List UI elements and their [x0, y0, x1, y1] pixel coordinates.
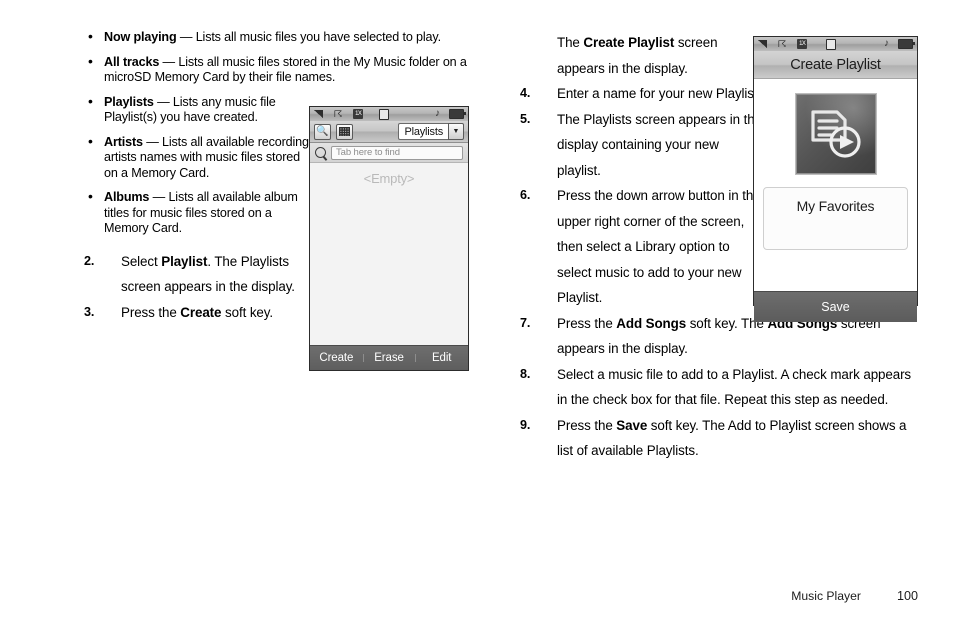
music-note-icon: ♪ [884, 38, 889, 49]
library-dropdown[interactable]: Playlists ▼ [398, 123, 464, 140]
soft-key-save[interactable]: Save [754, 291, 917, 322]
list-item: 5. The Playlists screen appears in the di… [520, 107, 762, 184]
empty-state-label: <Empty> [363, 171, 415, 186]
bullet-desc: Lists all music files you have selected … [195, 30, 441, 44]
step-number: 4. [520, 86, 531, 100]
status-bar: ☈ 1X ♪ [310, 107, 468, 121]
soft-key-edit[interactable]: Edit [415, 352, 468, 364]
step-number: 9. [520, 417, 531, 432]
footer-section: Music Player [791, 589, 861, 603]
search-input[interactable]: Tab here to find [331, 145, 463, 160]
onex-icon: 1X [797, 39, 808, 49]
step-number: 6. [520, 188, 531, 202]
playlist-play-icon [794, 93, 877, 175]
soft-key-erase[interactable]: Erase [362, 352, 416, 364]
playlist-name-input[interactable]: My Favorites [763, 187, 908, 250]
music-note-icon: ♪ [435, 108, 440, 119]
signal-icon [314, 110, 323, 118]
phone-screenshot-create-playlist: ☈ 1X ♪ Create Playlist My Favorites Save [753, 36, 918, 322]
step-text-pre: Press the down arrow button in the upper… [557, 188, 761, 305]
status-bar: ☈ 1X ♪ [754, 37, 917, 51]
bluetooth-off-icon: ☈ [777, 38, 787, 49]
message-icon [379, 108, 389, 120]
magnifier-icon [315, 147, 326, 158]
footer-page-number: 100 [896, 589, 918, 603]
list-item: The Create Playlist screen appears in th… [520, 30, 762, 81]
onex-icon: 1X [353, 109, 364, 119]
grid-icon[interactable] [336, 123, 353, 140]
library-toolbar: 🔍 Playlists ▼ [310, 121, 468, 143]
bullet-dash: — [153, 94, 173, 109]
step-text-pre: The [557, 35, 584, 50]
page-footer: Music Player 100 [791, 589, 918, 603]
search-row: Tab here to find [310, 143, 468, 163]
bluetooth-off-icon: ☈ [333, 108, 343, 119]
soft-key-bar: Create Erase Edit [310, 345, 468, 370]
step-text-pre: Press the [557, 417, 617, 433]
step-number: 7. [520, 315, 531, 330]
list-item: Albums — Lists all available album title… [84, 189, 309, 237]
list-item: Now playing — Lists all music files you … [84, 29, 472, 46]
battery-icon [898, 39, 915, 49]
list-item: 9. Press the Save soft key. The Add to Pl… [520, 413, 922, 464]
step-text-bold: Create [180, 304, 222, 320]
bullet-dash: — [142, 134, 162, 149]
library-dropdown-value: Playlists [398, 123, 448, 140]
bullet-term: Now playing [104, 30, 177, 44]
list-item: 6. Press the down arrow button in the upp… [520, 183, 762, 311]
list-item: 2. Select Playlist. The Playlists screen … [84, 249, 326, 300]
soft-key-create[interactable]: Create [310, 352, 363, 364]
signal-icon [758, 40, 767, 48]
step-text-post: soft key. [221, 304, 273, 320]
step-text-bold: Save [616, 417, 648, 433]
bullet-dash: — [149, 190, 169, 204]
chevron-down-icon[interactable]: ▼ [448, 123, 464, 140]
bullet-dash: — [159, 54, 179, 69]
step-text-pre: Select a music file to add to a Playlist… [557, 366, 912, 408]
bullet-term: Playlists [104, 94, 154, 109]
step-number: 8. [520, 366, 531, 381]
bullet-dash: — [176, 30, 196, 44]
step-number: 3. [84, 304, 95, 319]
list-item: Artists — Lists all available recording … [84, 134, 309, 182]
step-text-pre: The Playlists screen appears in the disp… [557, 111, 762, 178]
bullet-term: All tracks [104, 54, 160, 69]
playlist-name-value: My Favorites [796, 198, 875, 214]
create-playlist-body: My Favorites [754, 79, 917, 291]
step-text-bold: Create Playlist [583, 35, 675, 50]
step-text-bold: Add Songs [616, 315, 687, 331]
step-text-pre: Press the [121, 304, 181, 320]
step-text-pre: Enter a name for your new Playlist. [557, 86, 762, 101]
list-item: 3. Press the Create soft key. [84, 300, 326, 326]
bullet-term: Albums [104, 190, 150, 204]
battery-icon [449, 109, 466, 119]
phone-screenshot-playlists: ☈ 1X ♪ 🔍 Playlists ▼ Tab here to find <E… [309, 106, 469, 371]
step-text-pre: Select [121, 253, 162, 269]
bullet-term: Artists [104, 134, 143, 149]
step-number: 5. [520, 111, 531, 126]
list-item: 4. Enter a name for your new Playlist. [520, 81, 762, 107]
playlists-list-area: <Empty> [310, 163, 468, 345]
list-item: 8. Select a music file to add to a Playli… [520, 362, 922, 413]
step-number: 2. [84, 253, 95, 268]
list-item: All tracks — Lists all music files store… [84, 54, 472, 86]
list-item: Playlists — Lists any music file Playlis… [84, 94, 309, 126]
step-text-pre: Press the [557, 315, 617, 331]
message-icon [825, 38, 836, 50]
page-title: Create Playlist [754, 51, 917, 79]
step-text-bold: Playlist [161, 253, 208, 269]
search-icon[interactable]: 🔍 [314, 123, 331, 140]
